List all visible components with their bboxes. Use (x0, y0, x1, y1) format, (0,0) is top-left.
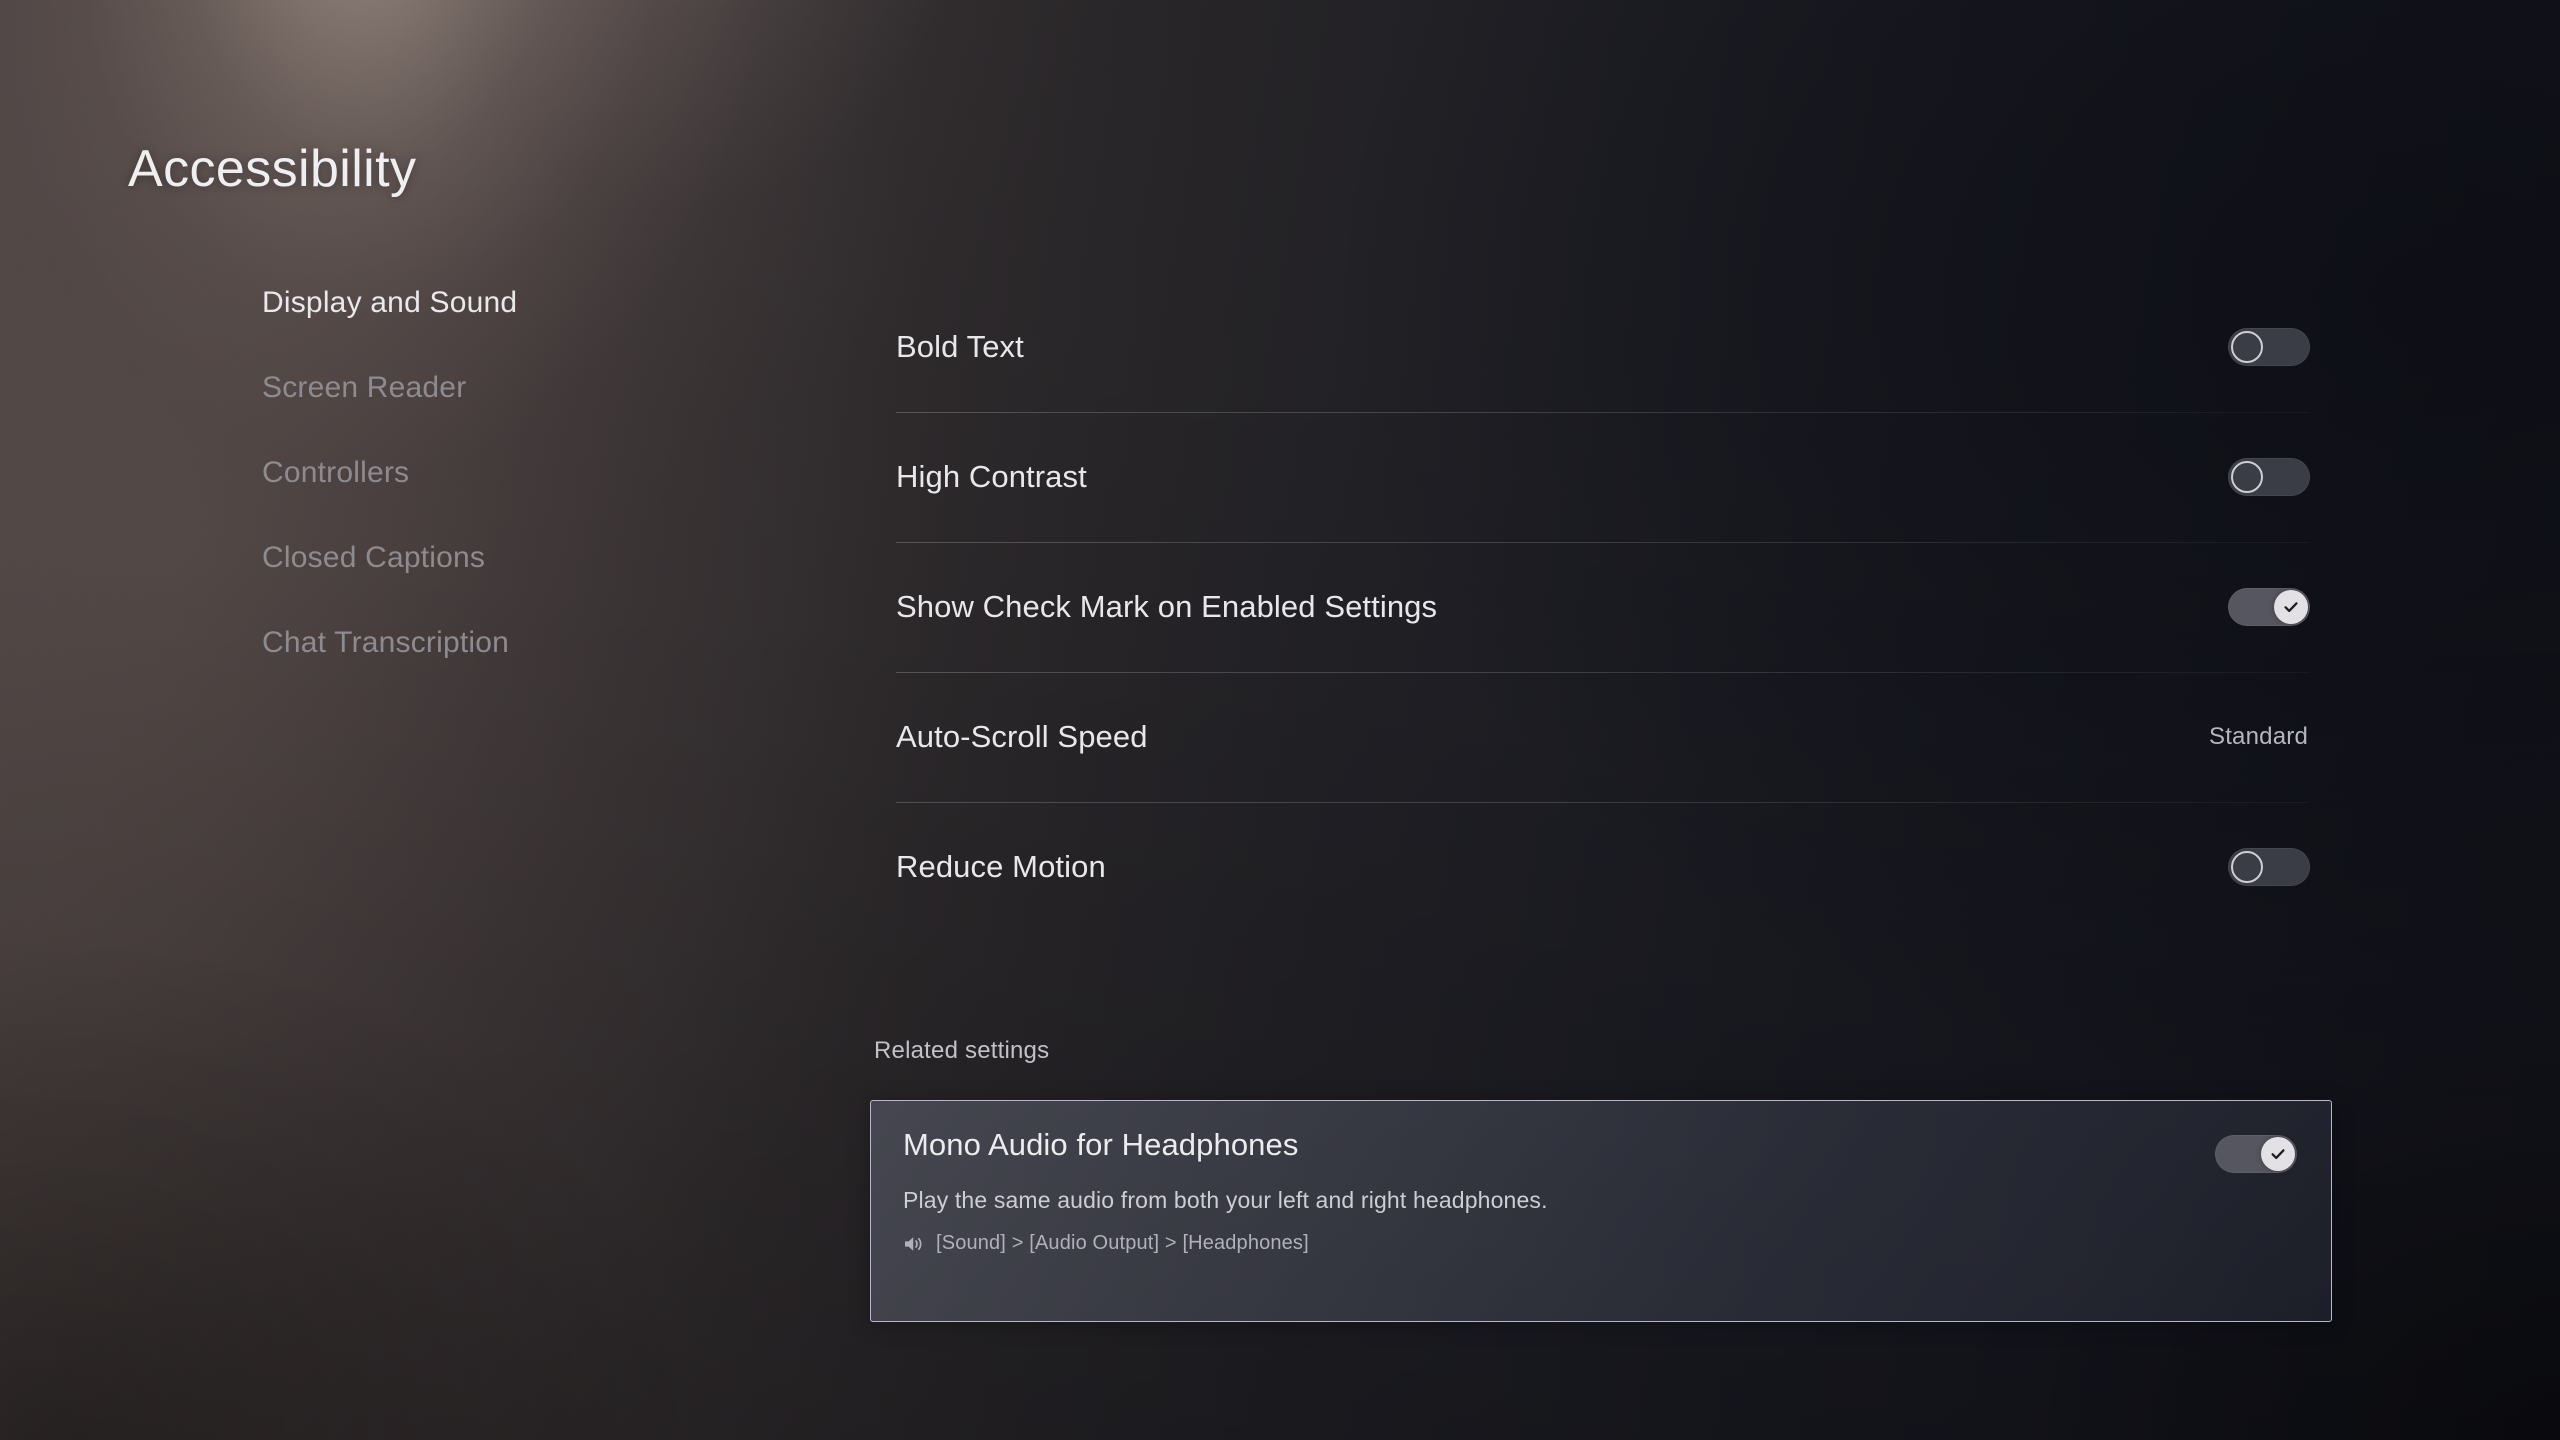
setting-label: Bold Text (896, 329, 1024, 364)
check-icon (2271, 1149, 2285, 1160)
toggle-knob (2231, 461, 2263, 493)
setting-row-reduce-motion[interactable]: Reduce Motion (896, 802, 2310, 932)
setting-label: Show Check Mark on Enabled Settings (896, 589, 1438, 624)
settings-list: Bold Text High Contrast Show Check Mark … (896, 282, 2310, 932)
sidebar-item-label: Controllers (262, 456, 410, 489)
toggle-knob (2231, 331, 2263, 363)
accessibility-settings-screen: Accessibility Display and Sound Screen R… (0, 0, 2560, 1440)
card-title: Mono Audio for Headphones (903, 1127, 1299, 1162)
card-breadcrumb-path: [Sound] > [Audio Output] > [Headphones] (903, 1232, 2297, 1255)
setting-row-high-contrast[interactable]: High Contrast (896, 412, 2310, 542)
sidebar-item-label: Display and Sound (262, 286, 518, 319)
toggle-knob (2274, 590, 2308, 624)
auto-scroll-speed-value: Standard (2208, 723, 2308, 750)
high-contrast-toggle[interactable] (2228, 458, 2310, 496)
sidebar-item-label: Screen Reader (262, 371, 467, 404)
card-description: Play the same audio from both your left … (903, 1187, 1548, 1213)
sidebar-item-controllers[interactable]: Controllers (262, 448, 732, 498)
related-card-content: Mono Audio for Headphones Play the same … (903, 1127, 2297, 1321)
card-path-text: [Sound] > [Audio Output] > [Headphones] (936, 1232, 1309, 1254)
mono-audio-toggle[interactable] (2215, 1135, 2297, 1173)
sidebar-item-closed-captions[interactable]: Closed Captions (262, 533, 732, 583)
sidebar-item-label: Closed Captions (262, 541, 486, 574)
setting-row-auto-scroll-speed[interactable]: Auto-Scroll Speed Standard (896, 672, 2310, 802)
related-settings-label: Related settings (874, 1037, 1050, 1064)
sidebar-item-label: Chat Transcription (262, 626, 510, 659)
setting-row-show-check-mark[interactable]: Show Check Mark on Enabled Settings (896, 542, 2310, 672)
related-setting-card-mono-audio[interactable]: Mono Audio for Headphones Play the same … (870, 1100, 2332, 1322)
settings-category-sidebar: Display and Sound Screen Reader Controll… (262, 278, 732, 703)
check-icon (2284, 602, 2298, 613)
speaker-volume-icon (905, 1236, 922, 1251)
page-title: Accessibility (128, 139, 417, 198)
setting-row-bold-text[interactable]: Bold Text (896, 282, 2310, 412)
toggle-knob (2231, 851, 2263, 883)
reduce-motion-toggle[interactable] (2228, 848, 2310, 886)
sidebar-item-chat-transcription[interactable]: Chat Transcription (262, 618, 732, 668)
card-toggle-wrapper (2215, 1135, 2297, 1173)
sidebar-item-screen-reader[interactable]: Screen Reader (262, 363, 732, 413)
bold-text-toggle[interactable] (2228, 328, 2310, 366)
sidebar-item-display-and-sound[interactable]: Display and Sound (262, 278, 732, 328)
setting-label: Reduce Motion (896, 849, 1106, 884)
show-check-mark-toggle[interactable] (2228, 588, 2310, 626)
setting-label: High Contrast (896, 459, 1087, 494)
setting-label: Auto-Scroll Speed (896, 719, 1148, 754)
toggle-knob (2261, 1137, 2295, 1171)
